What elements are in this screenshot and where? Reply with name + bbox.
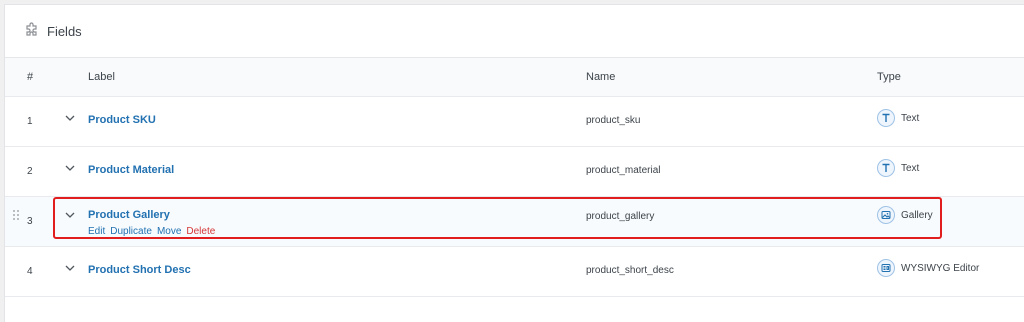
field-type-label: Text (901, 162, 920, 174)
row-number: 2 (27, 166, 33, 177)
chevron-down-icon[interactable] (64, 262, 76, 274)
table-header: # Label Name Type (5, 58, 1024, 97)
drag-handle-icon[interactable] (12, 209, 20, 221)
field-type-label: Text (901, 112, 920, 124)
table-row[interactable]: 2 Product Material product_material Text (5, 147, 1024, 197)
panel-header: Fields (5, 5, 1024, 58)
table-row[interactable]: 1 Product SKU product_sku Text (5, 97, 1024, 147)
table-row[interactable]: 3 Product Gallery Edit Duplicate Move De… (5, 197, 1024, 247)
field-type-label: Gallery (901, 209, 933, 221)
puzzle-icon (24, 21, 40, 42)
field-label-link[interactable]: Product Material (88, 164, 174, 176)
field-label-link[interactable]: Product Short Desc (88, 264, 191, 276)
chevron-down-icon[interactable] (64, 209, 76, 221)
panel-title: Fields (47, 23, 82, 39)
text-type-icon (877, 159, 895, 177)
row-number: 4 (27, 266, 33, 277)
field-label-link[interactable]: Product Gallery (88, 209, 170, 221)
field-label-link[interactable]: Product SKU (88, 114, 156, 126)
row-actions: Edit Duplicate Move Delete (88, 226, 215, 237)
column-header-label: Label (88, 71, 115, 83)
field-type-label: WYSIWYG Editor (901, 262, 980, 274)
gallery-type-icon (877, 206, 895, 224)
chevron-down-icon[interactable] (64, 112, 76, 124)
field-type: WYSIWYG Editor (877, 259, 979, 277)
column-header-number: # (27, 71, 34, 83)
table-row[interactable]: 4 Product Short Desc product_short_desc … (5, 247, 1024, 297)
row-number: 1 (27, 116, 33, 127)
field-type: Gallery (877, 206, 933, 224)
fields-panel: Fields # Label Name Type 1 Product SKU p… (4, 4, 1024, 322)
move-link[interactable]: Move (157, 226, 181, 237)
column-header-type: Type (877, 71, 901, 83)
column-header-name: Name (586, 71, 616, 83)
field-name: product_material (586, 165, 661, 176)
text-type-icon (877, 109, 895, 127)
row-number: 3 (27, 216, 33, 227)
delete-link[interactable]: Delete (186, 226, 215, 237)
field-type: Text (877, 109, 919, 127)
duplicate-link[interactable]: Duplicate (110, 226, 152, 237)
field-name: product_short_desc (586, 265, 674, 276)
field-name: product_gallery (586, 211, 655, 222)
field-name: product_sku (586, 115, 641, 126)
chevron-down-icon[interactable] (64, 162, 76, 174)
field-type: Text (877, 159, 919, 177)
edit-link[interactable]: Edit (88, 226, 105, 237)
editor-type-icon (877, 259, 895, 277)
